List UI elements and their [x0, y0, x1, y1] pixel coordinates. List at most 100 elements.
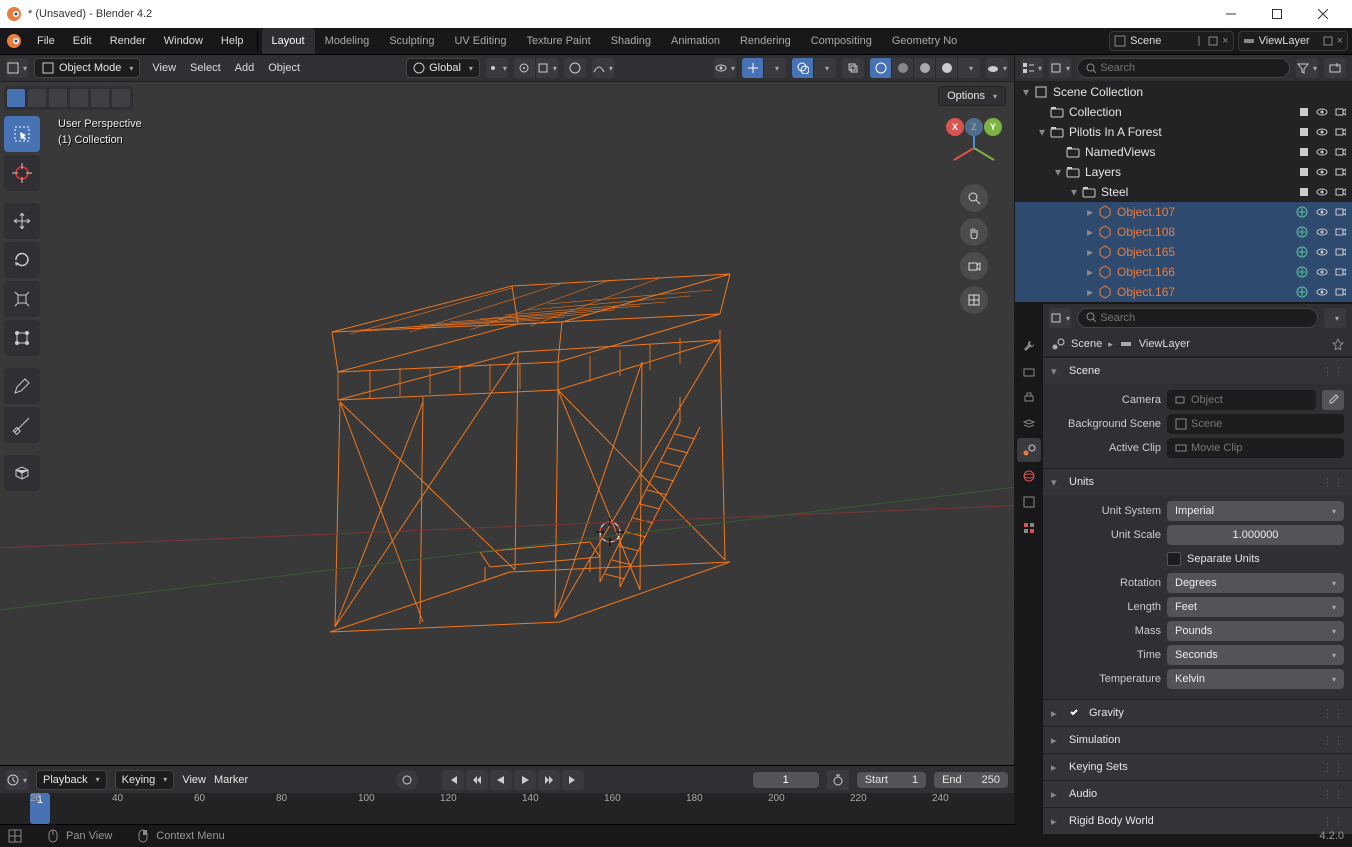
window-maximize-button[interactable] — [1254, 0, 1300, 28]
select-circle[interactable] — [49, 89, 67, 107]
viewport-options-dropdown[interactable]: Options — [938, 86, 1006, 106]
select-invert[interactable] — [91, 89, 109, 107]
workspace-tab-layout[interactable]: Layout — [262, 28, 315, 54]
outliner-tree[interactable]: ▾Scene CollectionCollection▾Pilotis In A… — [1015, 82, 1352, 302]
new-viewlayer-icon[interactable] — [1323, 36, 1333, 46]
workspace-tab-rendering[interactable]: Rendering — [730, 28, 801, 54]
restrict-select-toggle[interactable] — [1296, 144, 1312, 160]
axis-gizmo[interactable]: Z X Y — [944, 118, 1004, 178]
breadcrumb-viewlayer[interactable]: ViewLayer — [1139, 338, 1190, 350]
clip-field[interactable]: Movie Clip — [1167, 438, 1344, 458]
separate-units-checkbox[interactable] — [1167, 552, 1181, 566]
outliner-row[interactable]: ▾Layers — [1015, 162, 1352, 182]
zoom-button[interactable] — [960, 184, 988, 212]
panel-scene-header[interactable]: ▾Scene⋮⋮ — [1043, 358, 1352, 384]
tool-add-primitive[interactable] — [4, 455, 40, 491]
unit-scale-field[interactable]: 1.000000 — [1167, 525, 1344, 545]
viewport-menu-select[interactable]: Select — [184, 62, 227, 74]
play-button[interactable] — [514, 770, 536, 790]
menu-help[interactable]: Help — [212, 28, 253, 54]
editor-type-dropdown[interactable] — [6, 58, 28, 78]
disable-render-toggle[interactable] — [1332, 124, 1348, 140]
expand-toggle[interactable]: ▾ — [1019, 85, 1033, 99]
viewlayer-selector[interactable]: × — [1238, 31, 1348, 51]
next-keyframe-button[interactable] — [538, 770, 560, 790]
pin-icon[interactable] — [1332, 338, 1344, 350]
proportional-falloff-dropdown[interactable] — [592, 58, 614, 78]
disable-render-toggle[interactable] — [1332, 164, 1348, 180]
autokey-toggle[interactable] — [396, 770, 418, 790]
shading-rendered[interactable] — [936, 58, 958, 78]
workspace-tab-texture-paint[interactable]: Texture Paint — [516, 28, 600, 54]
workspace-tab-shading[interactable]: Shading — [601, 28, 661, 54]
disable-render-toggle[interactable] — [1332, 144, 1348, 160]
camera-view-button[interactable] — [960, 252, 988, 280]
playback-dropdown[interactable]: Playback — [36, 770, 107, 790]
shading-solid[interactable] — [892, 58, 914, 78]
tool-move[interactable] — [4, 203, 40, 239]
gravity-checkbox[interactable] — [1069, 707, 1079, 720]
disable-render-toggle[interactable] — [1332, 264, 1348, 280]
shading-material[interactable] — [914, 58, 936, 78]
workspace-tab-sculpting[interactable]: Sculpting — [379, 28, 444, 54]
preview-range-toggle[interactable] — [827, 770, 849, 790]
ptab-texture[interactable] — [1017, 516, 1041, 540]
frame-range-field[interactable]: Start 1 — [857, 772, 926, 788]
bgscene-field[interactable]: Scene — [1167, 414, 1344, 434]
tool-scale[interactable] — [4, 281, 40, 317]
outliner-row[interactable]: ▸Object.107 — [1015, 202, 1352, 222]
expand-toggle[interactable]: ▸ — [1083, 205, 1097, 219]
frame-end-field[interactable]: End 250 — [934, 772, 1008, 788]
camera-field[interactable]: Object — [1167, 390, 1316, 410]
select-box[interactable] — [28, 89, 46, 107]
disable-render-toggle[interactable] — [1332, 224, 1348, 240]
viewport-menu-object[interactable]: Object — [262, 62, 306, 74]
visibility-dropdown[interactable] — [714, 58, 736, 78]
snap-toggle[interactable] — [514, 58, 536, 78]
rotation-dropdown[interactable]: Degrees — [1167, 573, 1344, 593]
panel-units-header[interactable]: ▾Units⋮⋮ — [1043, 469, 1352, 495]
breadcrumb-scene[interactable]: Scene — [1071, 338, 1102, 350]
panel-header[interactable]: ▸Keying Sets⋮⋮ — [1043, 754, 1352, 780]
scene-name-input[interactable] — [1130, 35, 1190, 47]
ptab-tool[interactable] — [1017, 334, 1041, 358]
shading-wireframe[interactable] — [870, 58, 892, 78]
xray-toggle[interactable] — [842, 58, 864, 78]
timeline-view-menu[interactable]: View — [182, 774, 206, 786]
outliner-editor-type[interactable] — [1021, 58, 1043, 78]
timeline-marker-menu[interactable]: Marker — [214, 774, 248, 786]
outliner-row[interactable]: Collection — [1015, 102, 1352, 122]
outliner-row[interactable]: NamedViews — [1015, 142, 1352, 162]
outliner-row[interactable]: ▸Object.165 — [1015, 242, 1352, 262]
timeline-track[interactable]: 1 20406080100120140160180200220240 — [0, 793, 1014, 824]
mass-dropdown[interactable]: Pounds — [1167, 621, 1344, 641]
hide-viewport-toggle[interactable] — [1314, 104, 1330, 120]
ptab-output[interactable] — [1017, 386, 1041, 410]
tool-transform[interactable] — [4, 320, 40, 356]
expand-toggle[interactable]: ▾ — [1051, 165, 1065, 179]
ptab-render[interactable] — [1017, 360, 1041, 384]
orientation-dropdown[interactable]: Global — [406, 58, 480, 78]
mode-dropdown[interactable]: Object Mode — [34, 58, 140, 78]
expand-toggle[interactable]: ▾ — [1035, 125, 1049, 139]
restrict-select-toggle[interactable] — [1296, 164, 1312, 180]
expand-toggle[interactable]: ▸ — [1083, 285, 1097, 299]
hide-viewport-toggle[interactable] — [1314, 244, 1330, 260]
disable-render-toggle[interactable] — [1332, 184, 1348, 200]
panel-header[interactable]: ▸Simulation⋮⋮ — [1043, 727, 1352, 753]
outliner-row[interactable]: ▾Steel — [1015, 182, 1352, 202]
workspace-tab-modeling[interactable]: Modeling — [315, 28, 380, 54]
outliner-row[interactable]: ▾Pilotis In A Forest — [1015, 122, 1352, 142]
viewport-menu-add[interactable]: Add — [229, 62, 261, 74]
overlay-dropdown[interactable] — [814, 58, 836, 78]
ptab-world[interactable] — [1017, 464, 1041, 488]
disable-render-toggle[interactable] — [1332, 104, 1348, 120]
hide-viewport-toggle[interactable] — [1314, 264, 1330, 280]
panel-header[interactable]: ▸Rigid Body World⋮⋮ — [1043, 808, 1352, 834]
tool-select-box[interactable] — [4, 116, 40, 152]
prev-keyframe-button[interactable] — [466, 770, 488, 790]
disable-render-toggle[interactable] — [1332, 284, 1348, 300]
workspace-tab-animation[interactable]: Animation — [661, 28, 730, 54]
workspace-tab-compositing[interactable]: Compositing — [801, 28, 882, 54]
outliner-filter[interactable] — [1296, 58, 1318, 78]
